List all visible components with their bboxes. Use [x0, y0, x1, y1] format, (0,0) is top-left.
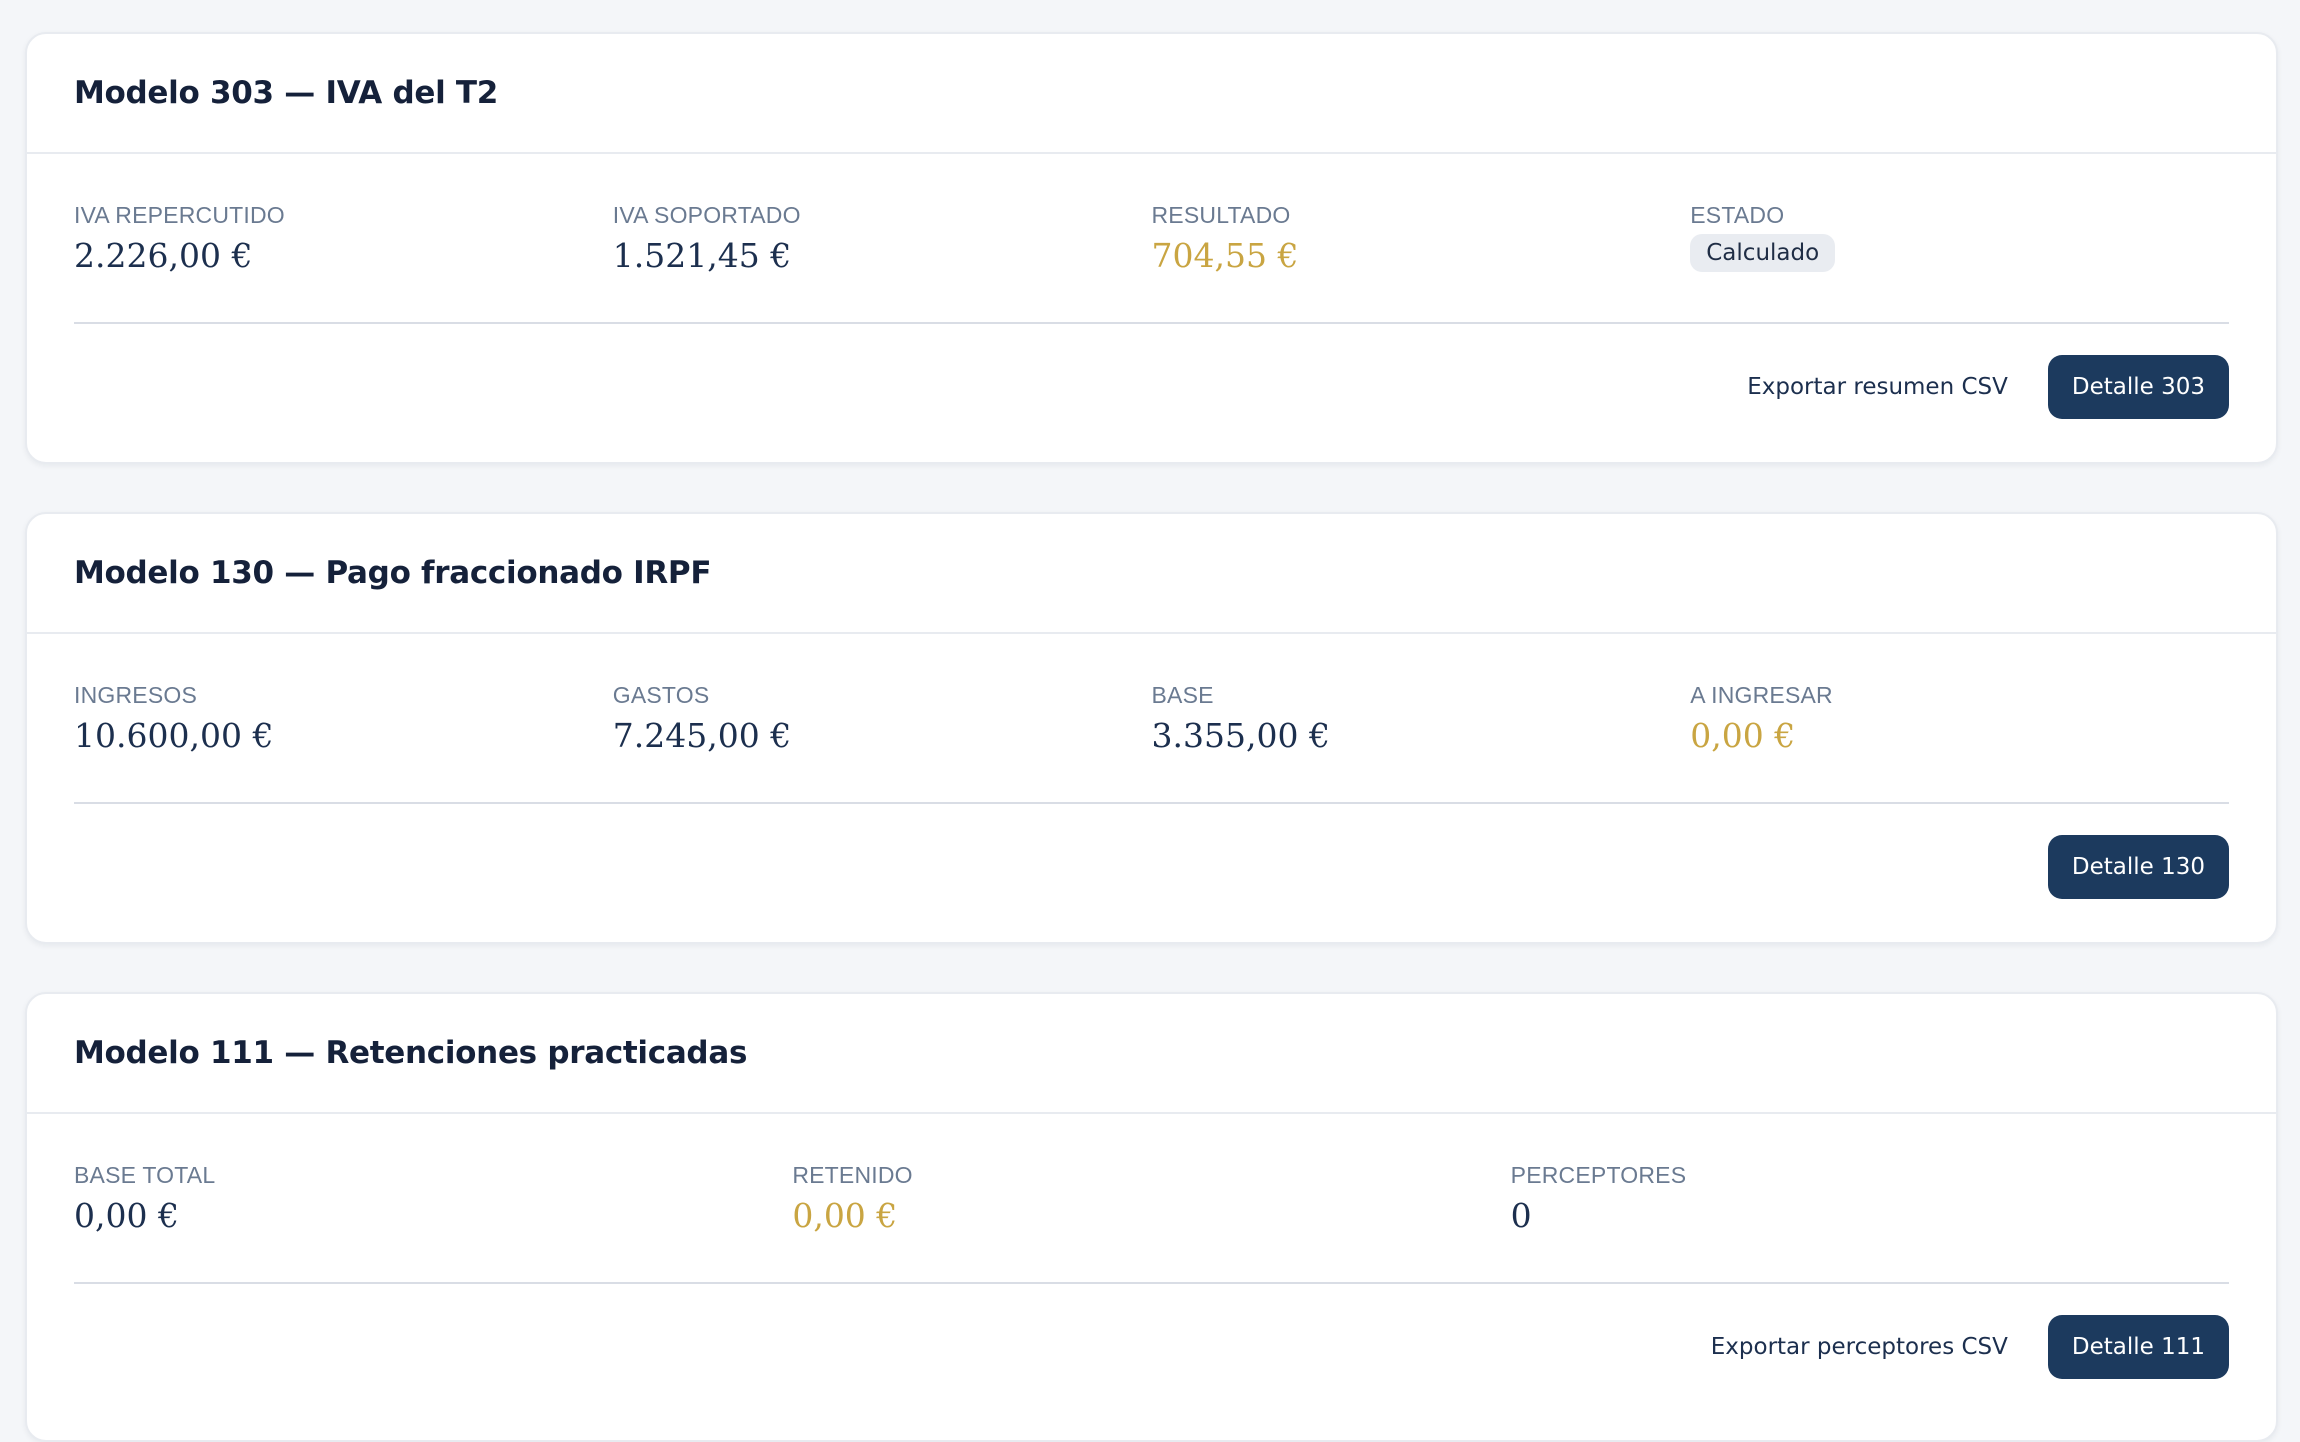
metric-label: GASTOS: [612, 682, 710, 708]
metric-resultado: RESULTADO 704,55 €: [1152, 202, 1691, 322]
export-summary-csv-button[interactable]: Exportar resumen CSV: [1747, 374, 2008, 400]
metric-label: BASE: [1151, 682, 1214, 708]
metric-label: BASE TOTAL: [74, 1162, 216, 1188]
modelo-303-card: Modelo 303 — IVA del T2 IVA REPERCUTIDO …: [25, 32, 2278, 464]
metric-base-total: BASE TOTAL 0,00 €: [74, 1162, 792, 1282]
card-header: Modelo 130 — Pago fraccionado IRPF: [27, 514, 2276, 634]
export-perceptores-csv-button[interactable]: Exportar perceptores CSV: [1711, 1334, 2008, 1360]
metric-value: 0,00 €: [1690, 716, 1796, 755]
metric-value: 0: [1510, 1196, 1532, 1235]
card-header: Modelo 303 — IVA del T2: [27, 34, 2276, 154]
metric-value: 1.521,45 €: [612, 236, 792, 275]
metric-value: 10.600,00 €: [74, 716, 274, 755]
metric-value: 704,55 €: [1151, 236, 1299, 275]
card-header: Modelo 111 — Retenciones practicadas: [27, 994, 2276, 1114]
metric-label: PERCEPTORES: [1510, 1162, 1687, 1188]
card-actions: Exportar perceptores CSV Detalle 111: [74, 1284, 2229, 1410]
metric-value: 2.226,00 €: [74, 236, 253, 275]
metric-iva-repercutido: IVA REPERCUTIDO 2.226,00 €: [74, 202, 613, 322]
card-body: BASE TOTAL 0,00 € RETENIDO 0,00 € PERCEP…: [27, 1114, 2276, 1410]
metric-value: 7.245,00 €: [612, 716, 792, 755]
metric-ingresos: INGRESOS 10.600,00 €: [74, 682, 613, 802]
metric-estado: ESTADO Calculado: [1690, 202, 2229, 322]
metric-gastos: GASTOS 7.245,00 €: [613, 682, 1152, 802]
card-actions: Exportar resumen CSV Detalle 303: [74, 324, 2229, 450]
card-title: Modelo 303 — IVA del T2: [74, 75, 499, 111]
metric-label: A INGRESAR: [1690, 682, 1833, 708]
metric-iva-soportado: IVA SOPORTADO 1.521,45 €: [613, 202, 1152, 322]
metric-perceptores: PERCEPTORES 0: [1511, 1162, 2229, 1282]
modelo-130-card: Modelo 130 — Pago fraccionado IRPF INGRE…: [25, 512, 2278, 944]
metric-label: IVA SOPORTADO: [612, 202, 801, 228]
metric-label: RETENIDO: [792, 1162, 913, 1188]
metric-value: 3.355,00 €: [1151, 716, 1330, 755]
metrics-row: BASE TOTAL 0,00 € RETENIDO 0,00 € PERCEP…: [74, 1114, 2229, 1284]
metric-retenido: RETENIDO 0,00 €: [792, 1162, 1510, 1282]
card-title: Modelo 111 — Retenciones practicadas: [74, 1035, 748, 1071]
card-body: IVA REPERCUTIDO 2.226,00 € IVA SOPORTADO…: [27, 154, 2276, 450]
metric-label: IVA REPERCUTIDO: [74, 202, 285, 228]
metric-value: 0,00 €: [792, 1196, 898, 1235]
card-title: Modelo 130 — Pago fraccionado IRPF: [74, 555, 712, 591]
metric-label: ESTADO: [1690, 202, 1785, 228]
metric-value: 0,00 €: [74, 1196, 179, 1235]
detail-130-button[interactable]: Detalle 130: [2047, 835, 2229, 899]
card-actions: Detalle 130: [74, 804, 2229, 930]
tax-models-page: Modelo 303 — IVA del T2 IVA REPERCUTIDO …: [0, 0, 2300, 1442]
card-body: INGRESOS 10.600,00 € GASTOS 7.245,00 € B…: [27, 634, 2276, 930]
metric-label: RESULTADO: [1151, 202, 1291, 228]
detail-111-button[interactable]: Detalle 111: [2047, 1315, 2229, 1379]
detail-303-button[interactable]: Detalle 303: [2047, 355, 2229, 419]
metric-a-ingresar: A INGRESAR 0,00 €: [1690, 682, 2229, 802]
status-badge: Calculado: [1690, 234, 1836, 272]
metric-base: BASE 3.355,00 €: [1152, 682, 1691, 802]
metrics-row: IVA REPERCUTIDO 2.226,00 € IVA SOPORTADO…: [74, 154, 2229, 324]
metric-label: INGRESOS: [74, 682, 198, 708]
modelo-111-card: Modelo 111 — Retenciones practicadas BAS…: [25, 992, 2278, 1442]
metrics-row: INGRESOS 10.600,00 € GASTOS 7.245,00 € B…: [74, 634, 2229, 804]
